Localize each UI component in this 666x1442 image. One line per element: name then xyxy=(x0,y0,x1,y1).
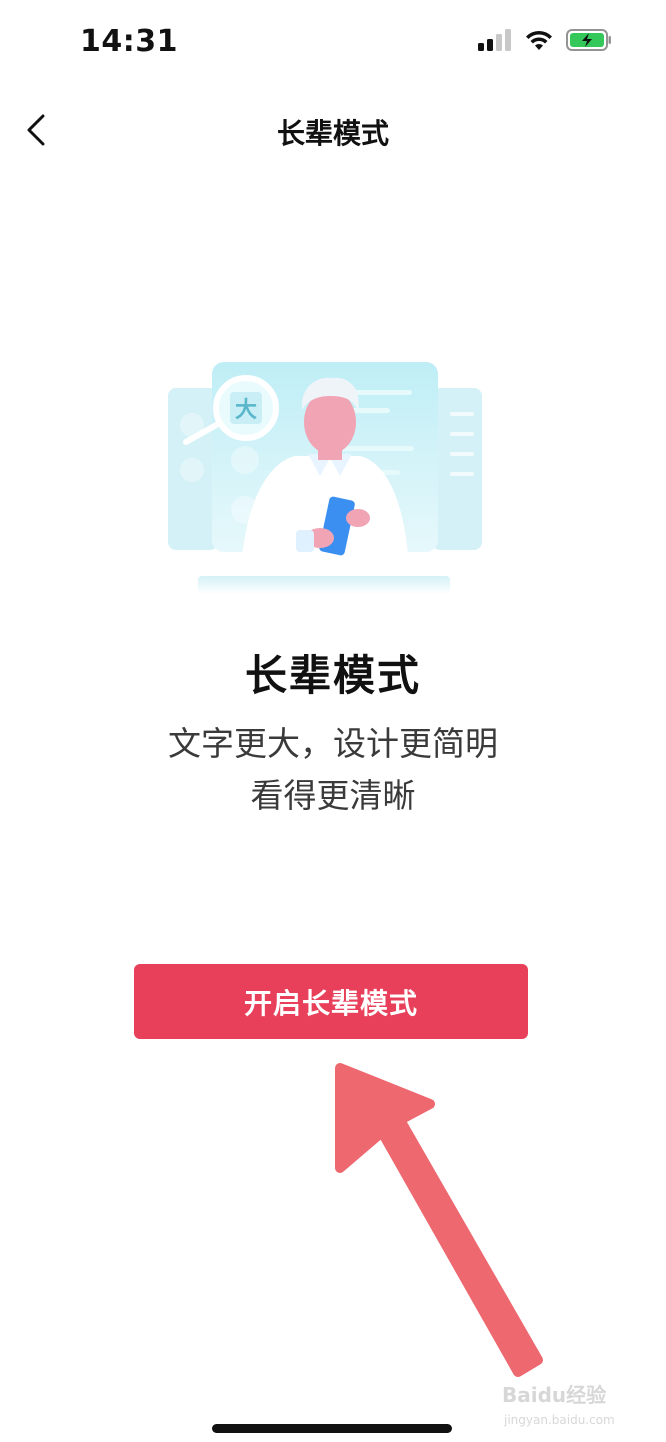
watermark-brand: Baidu经验 xyxy=(502,1383,606,1407)
description: 文字更大，设计更简明 看得更清晰 xyxy=(0,718,666,822)
home-indicator[interactable] xyxy=(212,1424,452,1433)
status-icons xyxy=(478,28,612,52)
status-time: 14:31 xyxy=(80,24,178,59)
wifi-icon xyxy=(526,30,552,50)
annotation-arrow-icon xyxy=(335,1063,543,1377)
elder-mode-illustration: 大 xyxy=(168,362,482,600)
battery-charging-icon xyxy=(566,29,611,51)
status-bar: 14:31 xyxy=(0,0,666,84)
nav-bar: 长辈模式 xyxy=(0,90,666,170)
description-line-2: 看得更清晰 xyxy=(250,776,416,815)
cellular-signal-icon xyxy=(478,29,511,51)
page-title: 长辈模式 xyxy=(276,117,389,150)
headline: 长辈模式 xyxy=(244,651,421,700)
watermark-url: jingyan.baidu.com xyxy=(503,1413,615,1427)
description-line-1: 文字更大，设计更简明 xyxy=(168,724,498,763)
enable-elder-mode-button[interactable]: 开启长辈模式 xyxy=(134,964,528,1039)
baidu-jingyan-watermark: Baidu经验 jingyan.baidu.com xyxy=(502,1383,615,1427)
magnifier-label: 大 xyxy=(235,398,257,423)
